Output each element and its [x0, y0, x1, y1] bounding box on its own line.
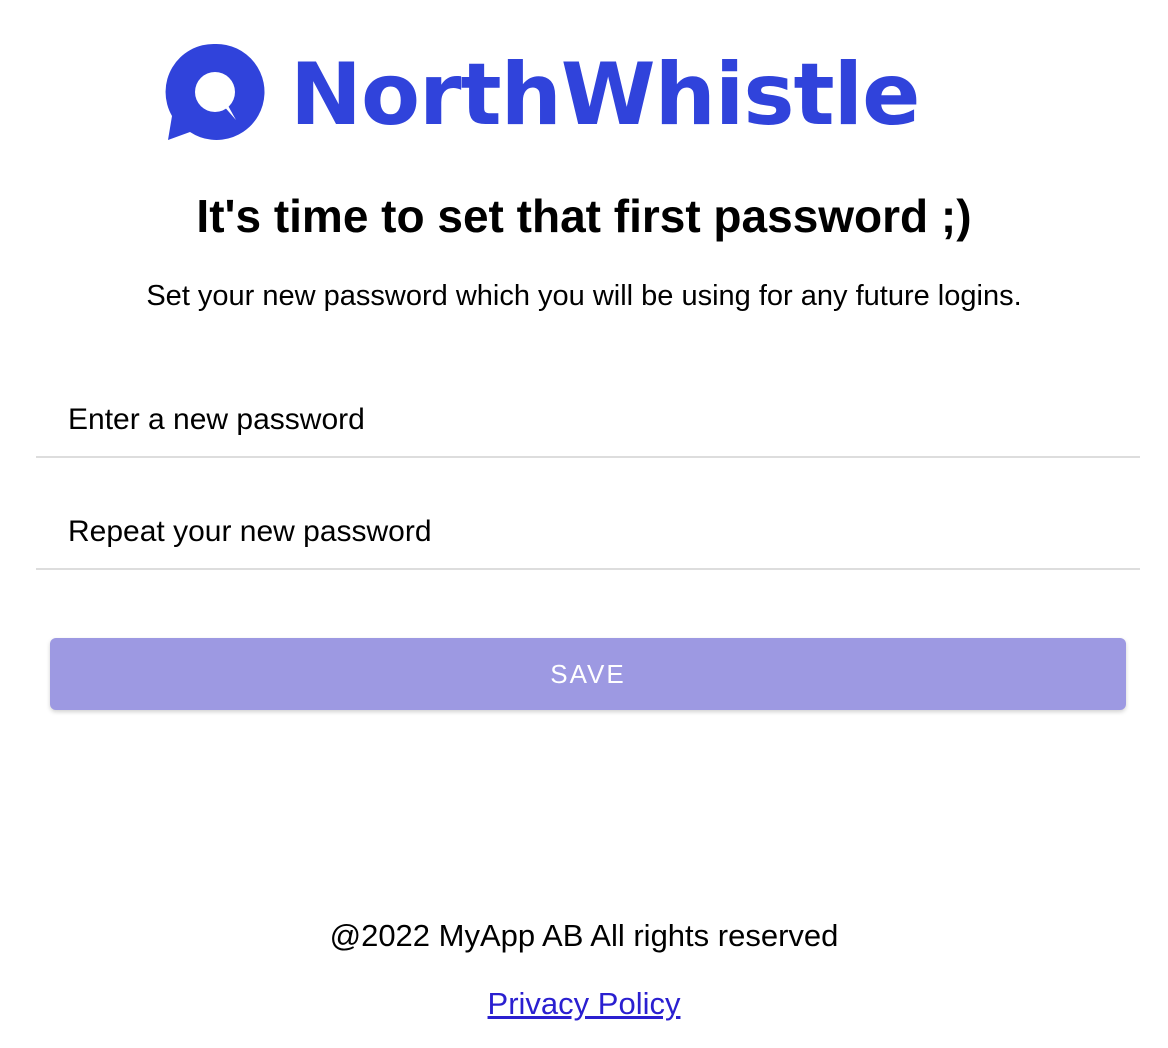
page-title: It's time to set that first password ;) — [196, 190, 972, 242]
brand-logo: NorthWhistle — [160, 40, 1040, 150]
new-password-input[interactable] — [68, 384, 1108, 456]
privacy-policy-link[interactable]: Privacy Policy — [488, 986, 681, 1021]
brand-name: NorthWhistle — [290, 45, 920, 145]
speech-bubble-icon — [165, 43, 265, 141]
copyright-text: @2022 MyApp AB All rights reserved — [329, 918, 839, 953]
page-description: Set your new password which you will be … — [146, 280, 1022, 312]
repeat-password-input[interactable] — [68, 496, 1108, 568]
privacy-link-container: Privacy Policy — [0, 984, 1168, 1024]
new-password-field — [36, 384, 1140, 458]
repeat-password-field — [36, 496, 1140, 570]
save-button[interactable]: SAVE — [50, 638, 1126, 710]
